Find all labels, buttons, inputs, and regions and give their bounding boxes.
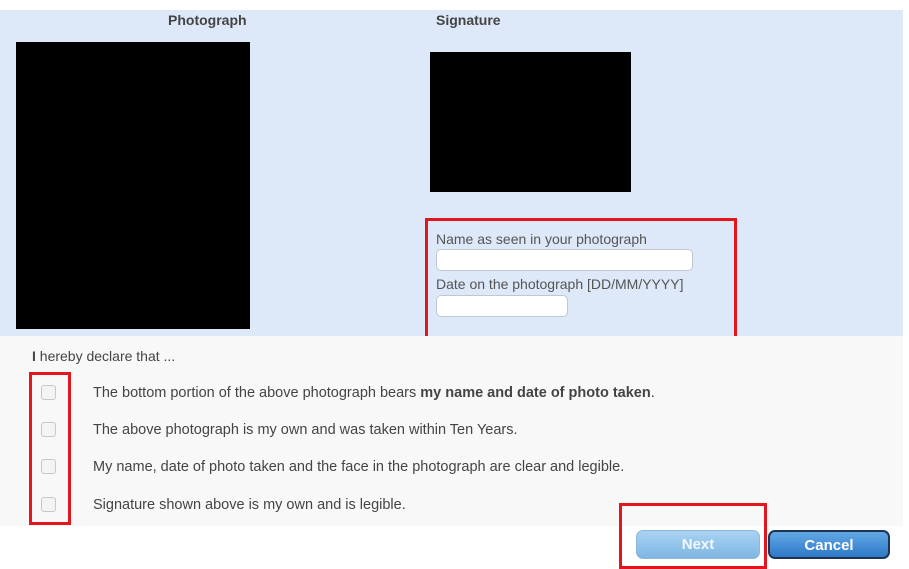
checkboxes-highlight-box — [29, 372, 71, 525]
declaration-item-1-bold: my name and date of photo taken — [420, 385, 651, 401]
declaration-heading-text: hereby declare that ... — [35, 348, 176, 364]
declaration-item-3: My name, date of photo taken and the fac… — [93, 459, 625, 475]
top-strip — [0, 0, 909, 10]
declaration-item-1-tail: . — [650, 385, 655, 401]
declaration-item-1: The bottom portion of the above photogra… — [93, 385, 655, 401]
signature-title: Signature — [436, 12, 501, 28]
declaration-item-4: Signature shown above is my own and is l… — [93, 497, 406, 513]
next-highlight-box — [619, 503, 767, 569]
signature-image — [430, 52, 631, 192]
declaration-item-2: The above photograph is my own and was t… — [93, 422, 518, 438]
declaration-item-1-text: The bottom portion of the above photogra… — [93, 385, 421, 401]
fields-highlight-box — [425, 218, 737, 340]
declaration-heading: I hereby declare that ... — [32, 348, 175, 364]
photograph-title: Photograph — [168, 12, 247, 28]
photograph-image — [16, 42, 250, 329]
cancel-button[interactable]: Cancel — [768, 530, 890, 559]
